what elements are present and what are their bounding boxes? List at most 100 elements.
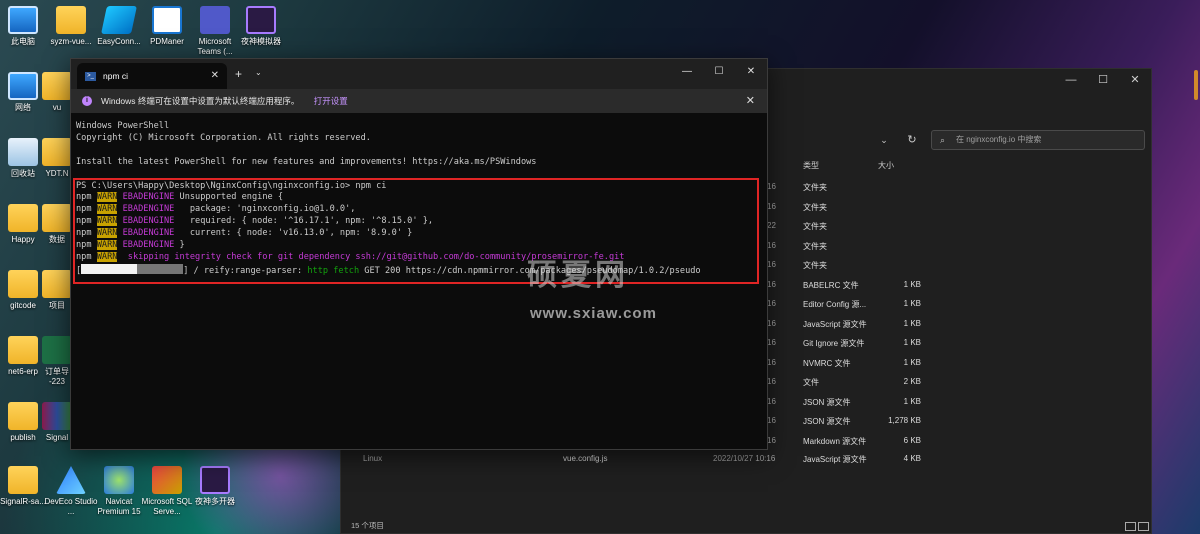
file-size: 4 KB bbox=[903, 454, 921, 463]
explorer-window-controls: — ☐ ✕ bbox=[1055, 69, 1151, 91]
desktop-icon[interactable]: vu bbox=[42, 72, 72, 113]
console-line: Windows PowerShell bbox=[76, 121, 170, 131]
maximize-icon[interactable]: ☐ bbox=[703, 59, 735, 85]
file-size: 6 KB bbox=[903, 435, 921, 445]
new-tab-icon[interactable]: + bbox=[235, 67, 242, 81]
chevron-down-icon[interactable]: ⌄ bbox=[875, 130, 893, 150]
folder-icon bbox=[56, 6, 86, 34]
file-date: 16 bbox=[767, 396, 776, 406]
file-type: NVMRC 文件 bbox=[803, 358, 851, 368]
folder-icon bbox=[42, 72, 72, 100]
tab-title: npm ci bbox=[103, 71, 129, 81]
file-date: 16 bbox=[767, 299, 776, 308]
open-settings-link[interactable]: 打开设置 bbox=[314, 96, 348, 106]
file-date: 16 bbox=[767, 318, 776, 328]
file-date: 16 bbox=[767, 182, 776, 191]
desktop-icon[interactable]: 夜神模拟器 bbox=[232, 6, 290, 47]
excel-icon bbox=[42, 336, 72, 364]
file-date: 16 bbox=[767, 338, 776, 347]
file-type: 文件夹 bbox=[803, 241, 827, 251]
column-header-type[interactable]: 类型 bbox=[803, 160, 819, 171]
nav-item-linux[interactable]: Linux bbox=[363, 454, 382, 463]
details-view-icon[interactable] bbox=[1125, 522, 1136, 531]
sqlserver-icon bbox=[152, 466, 182, 494]
close-tab-icon[interactable]: ✕ bbox=[211, 63, 219, 89]
file-date: 2022/10/27 10:16 bbox=[713, 454, 776, 463]
pdmaner-icon bbox=[152, 6, 182, 34]
file-date: 22 bbox=[767, 221, 776, 230]
file-size: 1 KB bbox=[903, 299, 921, 308]
info-icon: i bbox=[82, 96, 92, 106]
close-icon[interactable]: ✕ bbox=[735, 59, 767, 85]
maximize-icon[interactable]: ☐ bbox=[1087, 69, 1119, 91]
navicat-icon bbox=[104, 466, 134, 494]
tiles-view-icon[interactable] bbox=[1138, 522, 1149, 531]
file-type: Git Ignore 源文件 bbox=[803, 339, 865, 348]
file-type: JavaScript 源文件 bbox=[803, 455, 867, 464]
file-type: Editor Config 源... bbox=[803, 300, 867, 309]
desktop-icon[interactable]: 夜神多开器 bbox=[186, 466, 244, 507]
desktop-icon[interactable]: YDT.N bbox=[42, 138, 72, 179]
view-toggle bbox=[1125, 522, 1149, 531]
column-header-size[interactable]: 大小 bbox=[878, 160, 894, 171]
search-input[interactable]: ⌕ 在 nginxconfig.io 中搜索 bbox=[931, 130, 1145, 150]
desktop-edge-widget bbox=[1194, 70, 1198, 100]
file-name: vue.config.js bbox=[563, 454, 608, 463]
deveco-icon bbox=[56, 466, 86, 494]
nox-icon bbox=[246, 6, 276, 34]
file-date: 16 bbox=[767, 279, 776, 289]
file-date: 16 bbox=[767, 377, 776, 386]
file-date: 16 bbox=[767, 240, 776, 250]
file-row[interactable]: Linux vue.config.js 2022/10/27 10:16 Jav… bbox=[341, 449, 1153, 469]
folder-icon bbox=[8, 270, 38, 298]
file-date: 16 bbox=[767, 201, 776, 211]
tab-npm-ci[interactable]: >_ npm ci ✕ bbox=[77, 63, 227, 89]
desktop-icon[interactable]: 数据 bbox=[42, 204, 72, 245]
search-icon: ⌕ bbox=[940, 135, 946, 145]
file-type: 文件夹 bbox=[803, 202, 827, 212]
refresh-icon[interactable]: ↻ bbox=[899, 130, 925, 150]
file-date: 16 bbox=[767, 435, 776, 445]
close-icon[interactable]: ✕ bbox=[746, 89, 755, 113]
easyconnect-icon bbox=[101, 6, 137, 34]
nox-multi-icon bbox=[200, 466, 230, 494]
winrar-icon bbox=[42, 402, 72, 430]
file-type: 文件 bbox=[803, 378, 819, 387]
file-type: JavaScript 源文件 bbox=[803, 319, 867, 329]
notice-text: Windows 终端可在设置中设置为默认终端应用程序。 bbox=[101, 96, 300, 106]
folder-icon bbox=[8, 204, 38, 232]
terminal-window-controls: — ☐ ✕ bbox=[671, 59, 767, 85]
file-type: Markdown 源文件 bbox=[803, 436, 867, 446]
close-icon[interactable]: ✕ bbox=[1119, 69, 1151, 91]
file-size: 1 KB bbox=[903, 338, 921, 347]
minimize-icon[interactable]: — bbox=[671, 59, 703, 85]
file-type: BABELRC 文件 bbox=[803, 280, 859, 290]
desktop-icon[interactable]: Signal bbox=[42, 402, 72, 443]
chevron-down-icon[interactable]: ⌄ bbox=[255, 68, 262, 77]
desktop-icon[interactable]: 项目 bbox=[42, 270, 72, 311]
console-line: Copyright (C) Microsoft Corporation. All… bbox=[76, 132, 371, 143]
file-size: 1 KB bbox=[903, 318, 921, 328]
default-terminal-notice: i Windows 终端可在设置中设置为默认终端应用程序。 打开设置 ✕ bbox=[71, 89, 767, 113]
folder-icon bbox=[8, 402, 38, 430]
teams-icon bbox=[200, 6, 230, 34]
monitor-icon bbox=[8, 6, 38, 34]
terminal-tab-bar: >_ npm ci ✕ + ⌄ — ☐ ✕ bbox=[71, 59, 767, 89]
file-date: 16 bbox=[767, 416, 776, 425]
console-line: Install the latest PowerShell for new fe… bbox=[76, 156, 537, 167]
file-size: 1 KB bbox=[903, 279, 921, 289]
search-placeholder: 在 nginxconfig.io 中搜索 bbox=[956, 135, 1042, 144]
item-count: 15 个项目 bbox=[351, 521, 384, 530]
network-icon bbox=[8, 72, 38, 100]
file-date: 16 bbox=[767, 357, 776, 367]
folder-icon bbox=[42, 270, 72, 298]
desktop-icon[interactable]: 订单导 -223 bbox=[42, 336, 72, 387]
watermark-title: 硕夏网 bbox=[527, 259, 629, 292]
explorer-status-bar: 15 个项目 bbox=[341, 519, 1153, 533]
file-size: 1 KB bbox=[903, 357, 921, 367]
powershell-icon: >_ bbox=[85, 72, 96, 81]
minimize-icon[interactable]: — bbox=[1055, 69, 1087, 91]
folder-icon bbox=[8, 466, 38, 494]
folder-icon bbox=[42, 138, 72, 166]
file-type: JSON 源文件 bbox=[803, 417, 851, 426]
